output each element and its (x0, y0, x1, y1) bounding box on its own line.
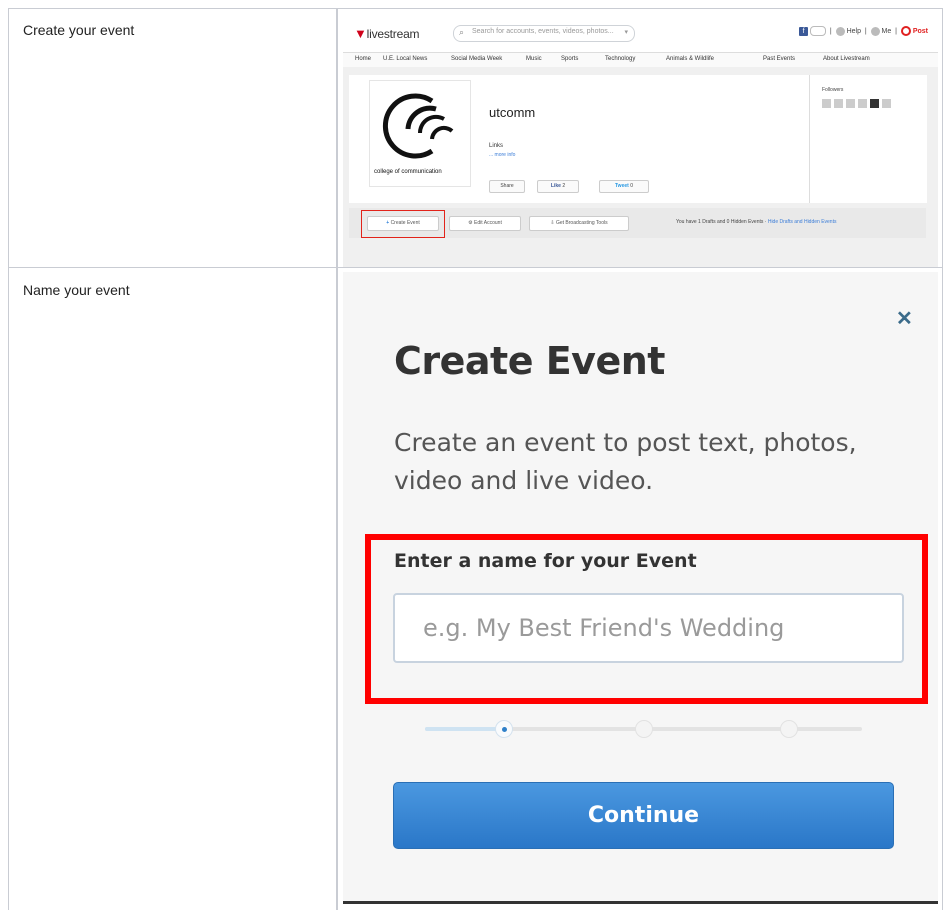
create-event-highlight (361, 210, 445, 238)
table-border-left (8, 8, 9, 910)
post-link[interactable]: Post (913, 28, 928, 35)
edit-account-button[interactable]: ⚙ Edit Account (449, 216, 521, 231)
help-icon (835, 26, 845, 36)
channel-more-info-link[interactable]: ... more info (489, 152, 515, 158)
nav-item-music[interactable]: Music (526, 56, 542, 62)
follower-avatar[interactable] (870, 99, 879, 108)
edit-account-label: Edit Account (474, 220, 502, 226)
nav-item-about[interactable]: About Livestream (823, 56, 870, 62)
facebook-like-button[interactable]: Like 2 (537, 180, 579, 193)
row-label-name-event: Name your event (23, 282, 130, 298)
follower-avatar[interactable] (834, 99, 843, 108)
followers-title: Followers (822, 87, 844, 93)
channel-logo: college of communication (369, 80, 471, 187)
post-icon (900, 26, 911, 36)
continue-button[interactable]: Continue (393, 782, 894, 849)
tweet-button[interactable]: Tweet 0 (599, 180, 649, 193)
table-border-top (8, 8, 943, 9)
livestream-channel-body: college of communication utcomm Links ..… (343, 67, 938, 267)
livestream-nav: Home U.E. Local News Social Media Week M… (343, 52, 938, 68)
college-logo-caption: college of communication (374, 169, 442, 175)
drafts-status: You have 1 Drafts and 0 Hidden Events · … (676, 219, 837, 225)
like-count: 2 (562, 183, 566, 189)
step-2-dot (635, 720, 653, 738)
livestream-logo[interactable]: ▼livestream (354, 26, 420, 41)
drafts-text: You have 1 Drafts and 0 Hidden Events (676, 219, 764, 225)
facebook-icon[interactable]: f (799, 26, 809, 36)
avatar (870, 26, 880, 36)
modal-bottom-edge (343, 901, 938, 904)
livestream-screenshot: ▼livestream ⌕ Search for accounts, event… (343, 12, 938, 267)
livestream-logo-text: livestream (366, 27, 420, 41)
share-label: Share (500, 183, 514, 189)
livestream-header-links: f | Help | Me | Post (799, 26, 928, 36)
table-border-middle (336, 8, 338, 910)
step-3-dot (780, 720, 798, 738)
toggle-icon[interactable] (810, 26, 826, 36)
broadcasting-tools-button[interactable]: ⇩ Get Broadcasting Tools (529, 216, 629, 231)
me-link[interactable]: Me (882, 28, 892, 35)
channel-card: college of communication utcomm Links ..… (349, 75, 809, 203)
nav-item-sports[interactable]: Sports (561, 56, 578, 62)
channel-links-label: Links (489, 143, 504, 149)
livestream-header: ▼livestream ⌕ Search for accounts, event… (343, 12, 938, 52)
help-link[interactable]: Help (847, 28, 861, 35)
nav-item-technology[interactable]: Technology (605, 56, 635, 62)
share-button[interactable]: Share (489, 180, 525, 193)
stepper-progress (425, 727, 503, 731)
nav-item-local-news[interactable]: U.E. Local News (383, 56, 427, 62)
channel-actions-bar: + Create Event ⚙ Edit Account ⇩ Get Broa… (349, 208, 926, 238)
followers-panel: Followers (809, 75, 927, 203)
search-placeholder: Search for accounts, events, videos, pho… (472, 28, 614, 35)
gear-icon: ⚙ (468, 220, 473, 226)
tweet-count: 0 (630, 183, 633, 189)
nav-item-animals[interactable]: Animals & Wildlife (666, 56, 714, 62)
channel-name: utcomm (489, 105, 536, 120)
search-icon: ⌕ (459, 27, 465, 37)
nav-item-past-events[interactable]: Past Events (763, 56, 795, 62)
step-1-dot (495, 720, 513, 738)
create-event-modal: ✕ Create Event Create an event to post t… (343, 272, 938, 904)
follower-avatar[interactable] (882, 99, 891, 108)
like-label: Like (550, 183, 561, 189)
hide-drafts-link[interactable]: Hide Drafts and Hidden Events (768, 219, 837, 225)
table-border-row (8, 267, 943, 268)
progress-stepper (425, 720, 862, 738)
tweet-label: Tweet (615, 183, 629, 189)
broadcasting-tools-label: Get Broadcasting Tools (555, 220, 608, 226)
event-name-input[interactable] (393, 593, 904, 663)
modal-title: Create Event (394, 339, 665, 383)
download-icon: ⇩ (550, 220, 555, 226)
modal-description: Create an event to post text, photos, vi… (394, 428, 857, 495)
nav-item-social-media-week[interactable]: Social Media Week (451, 56, 502, 62)
follower-avatar[interactable] (846, 99, 855, 108)
livestream-search-input[interactable]: ⌕ Search for accounts, events, videos, p… (453, 25, 635, 42)
nav-item-home[interactable]: Home (355, 56, 371, 62)
follower-avatar[interactable] (858, 99, 867, 108)
close-icon[interactable]: ✕ (896, 306, 913, 331)
livestream-logo-icon: ▼ (354, 26, 367, 41)
follower-avatar[interactable] (822, 99, 831, 108)
event-name-label: Enter a name for your Event (394, 550, 697, 572)
row-label-create-event: Create your event (23, 22, 135, 38)
chevron-down-icon: ▾ (624, 29, 628, 36)
